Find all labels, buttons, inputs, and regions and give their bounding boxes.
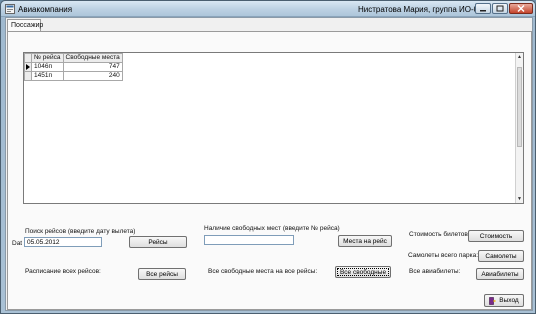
window-title: Авиакомпания (18, 5, 73, 14)
flight-number-input[interactable] (204, 235, 294, 245)
title-bar[interactable]: Авиакомпания Нистратова Мария, группа ИО… (1, 1, 535, 17)
exit-door-icon (489, 296, 496, 305)
cell-seats[interactable]: 747 (62, 62, 123, 72)
cost-button[interactable]: Стоимость (468, 230, 524, 242)
maximize-button[interactable] (492, 3, 508, 14)
grid-vertical-scrollbar[interactable]: ▲ ▼ (515, 53, 523, 203)
cell-flight[interactable]: 1451п (31, 71, 64, 81)
row-indicator (24, 71, 32, 81)
flights-grid[interactable]: № рейса Свободные места 1046п 747 1451п … (23, 52, 524, 204)
client-area: Поссажир № рейса Свободные места 1046п 7… (5, 17, 533, 311)
free-seats-label: Наличие свободных мест (введите № рейса) (204, 225, 340, 232)
all-free-button[interactable]: Все свободные (335, 266, 391, 278)
app-window: Авиакомпания Нистратова Мария, группа ИО… (0, 0, 536, 314)
planes-label: Самолеты всего парка: (408, 252, 479, 259)
minimize-button[interactable] (475, 3, 491, 14)
current-row-arrow-icon (26, 64, 30, 70)
window-subtitle: Нистратова Мария, группа ИО-04 (358, 5, 483, 14)
app-icon (5, 4, 15, 14)
cell-flight[interactable]: 1046п (31, 62, 64, 72)
grid-header-row: № рейса Свободные места (24, 53, 123, 63)
scroll-down-icon[interactable]: ▼ (516, 195, 523, 203)
maximize-icon (496, 5, 504, 12)
column-header-flight[interactable]: № рейса (31, 53, 64, 63)
scroll-up-icon[interactable]: ▲ (516, 53, 523, 61)
table-row[interactable]: 1451п 240 (24, 71, 123, 81)
close-icon (517, 5, 525, 12)
date-prefix-label: Dat (12, 240, 23, 247)
seats-on-flight-button[interactable]: Места на рейс (338, 235, 392, 247)
cost-label: Стоимость билетов: (409, 231, 470, 238)
close-button[interactable] (509, 3, 533, 14)
all-flights-button[interactable]: Все рейсы (138, 268, 186, 280)
row-indicator (24, 62, 32, 72)
airlines-button[interactable]: Авиабилеты (476, 268, 524, 280)
search-label: Поиск рейсов (введите дату вылета) (25, 228, 136, 235)
column-header-seats[interactable]: Свободные места (62, 53, 123, 63)
exit-label: Выход (499, 297, 519, 304)
tab-panel: № рейса Свободные места 1046п 747 1451п … (7, 31, 532, 310)
minimize-icon (480, 9, 486, 11)
grid-corner (24, 53, 32, 63)
scroll-thumb[interactable] (517, 67, 522, 147)
date-input[interactable] (24, 237, 102, 247)
flights-button[interactable]: Рейсы (129, 236, 187, 248)
flights-table: № рейса Свободные места 1046п 747 1451п … (24, 53, 123, 81)
planes-button[interactable]: Самолеты (478, 250, 524, 262)
table-row[interactable]: 1046п 747 (24, 62, 123, 72)
exit-button[interactable]: Выход (484, 294, 524, 307)
all-free-label: Все свободные места на все рейсы: (208, 268, 318, 275)
airlines-label: Все авиабилеты: (409, 268, 461, 275)
cell-seats[interactable]: 240 (62, 71, 123, 81)
schedule-label: Расписание всех рейсов: (25, 268, 101, 275)
